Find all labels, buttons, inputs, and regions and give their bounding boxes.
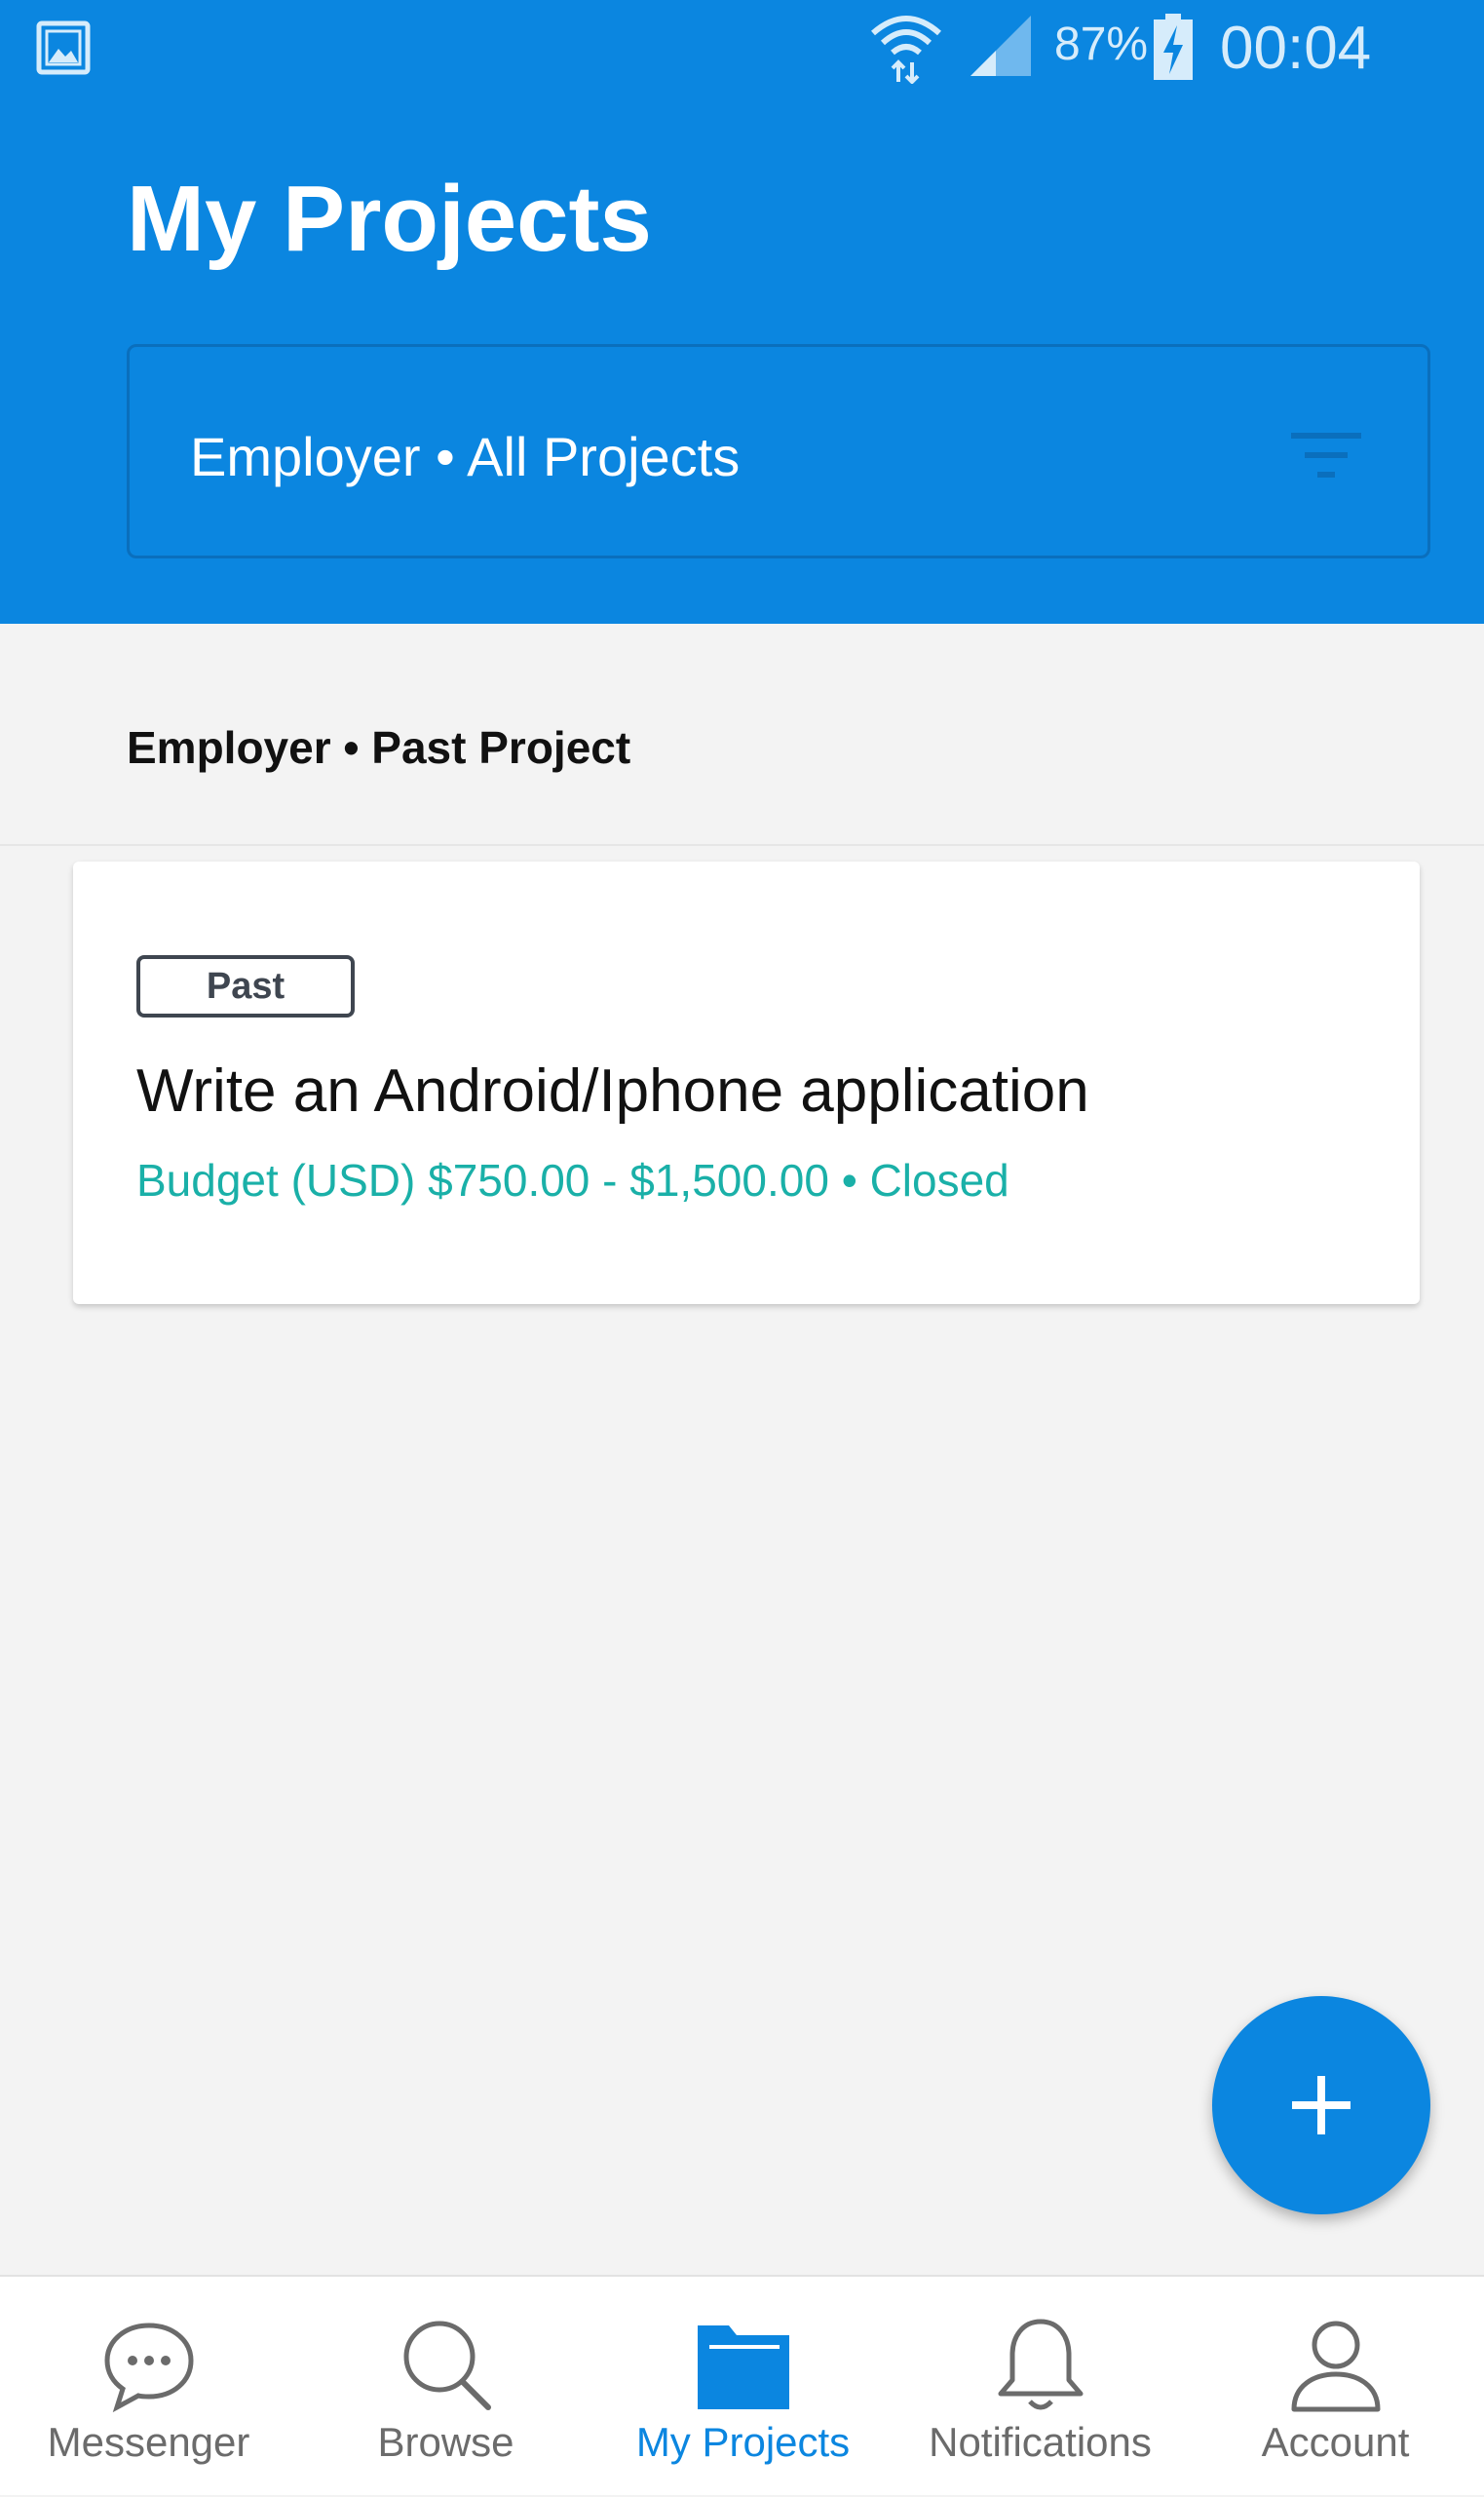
nav-label: Browse [377, 2419, 514, 2465]
gallery-icon [36, 20, 91, 75]
bottom-navigation: Messenger Browse My Projects Notificatio… [0, 2275, 1484, 2495]
app-header: 87% 00:04 My Projects Employer • All Pro… [0, 0, 1484, 624]
status-time: 00:04 [1220, 15, 1372, 82]
page-title: My Projects [127, 167, 652, 271]
battery-percent: 87% [1054, 19, 1149, 70]
folder-icon [697, 2325, 789, 2409]
person-icon [1291, 2321, 1380, 2412]
signal-icon [970, 16, 1031, 76]
section-heading: Employer • Past Project [127, 722, 631, 773]
nav-item-notifications[interactable]: Notifications [892, 2277, 1189, 2497]
filter-label: Employer • All Projects [190, 426, 741, 487]
wifi-icon [871, 16, 941, 84]
nav-label: Account [1261, 2419, 1410, 2465]
nav-label: Notifications [929, 2419, 1152, 2465]
chat-bubble-icon [103, 2323, 194, 2413]
nav-item-account[interactable]: Account [1187, 2277, 1484, 2497]
nav-label: My Projects [635, 2419, 851, 2465]
project-title: Write an Android/Iphone application [136, 1057, 1089, 1125]
nav-item-messenger[interactable]: Messenger [0, 2277, 297, 2497]
battery-charging-icon [1154, 14, 1193, 80]
search-icon [403, 2321, 491, 2410]
bell-icon [998, 2319, 1083, 2410]
section-divider [0, 844, 1484, 846]
add-project-button[interactable] [1212, 1996, 1430, 2214]
nav-label: Messenger [47, 2419, 250, 2465]
status-bar: 87% 00:04 [0, 0, 1484, 97]
project-budget: Budget (USD) $750.00 - $1,500.00 • Close… [136, 1155, 1009, 1206]
filter-icon[interactable] [1287, 429, 1365, 481]
nav-item-my-projects[interactable]: My Projects [594, 2277, 892, 2497]
project-filter-selector[interactable]: Employer • All Projects [127, 344, 1430, 558]
nav-item-browse[interactable]: Browse [297, 2277, 594, 2497]
project-card[interactable]: Past Write an Android/Iphone application… [73, 862, 1420, 1304]
status-badge: Past [136, 955, 355, 1018]
plus-icon [1292, 2076, 1351, 2134]
